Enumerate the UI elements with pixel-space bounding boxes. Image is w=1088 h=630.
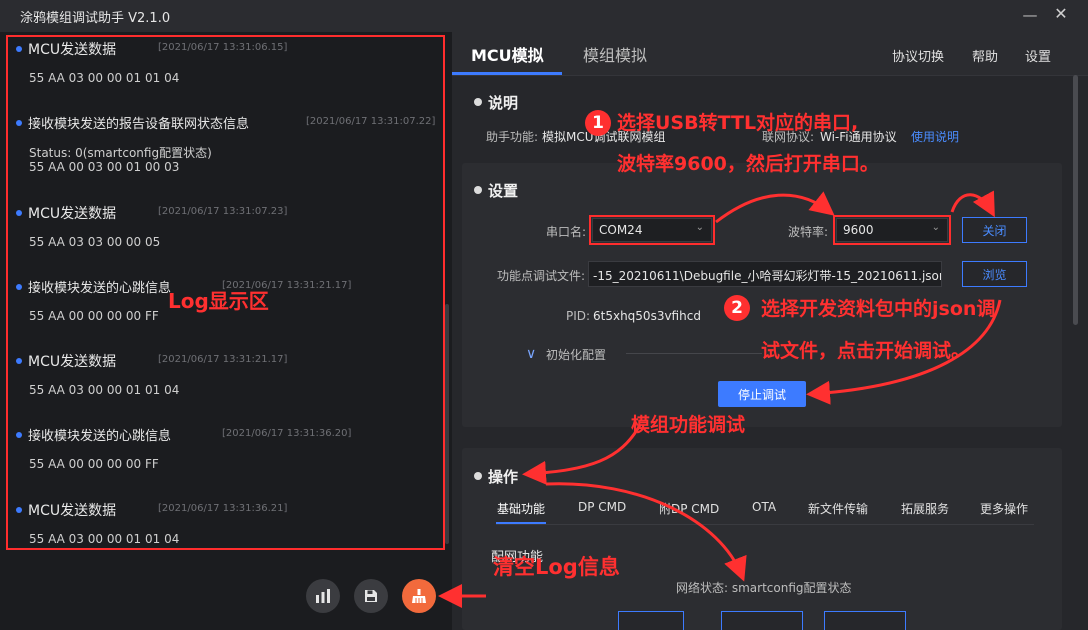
tab-mcu-simulation[interactable]: MCU模拟 <box>471 42 544 66</box>
debug-file-label: 功能点调试文件: <box>497 269 586 283</box>
bar-chart-icon <box>316 589 330 603</box>
log-entry-time: [2021/06/17 13:31:21.17] <box>158 354 288 365</box>
divider <box>626 353 762 354</box>
init-config-toggle[interactable]: 初始化配置 <box>546 346 606 363</box>
clear-log-button[interactable] <box>402 579 436 613</box>
stop-debug-button[interactable]: 停止调试 <box>718 381 806 407</box>
tab-file-transfer[interactable]: 新文件传输 <box>808 500 868 517</box>
close-window-button[interactable]: ✕ <box>1052 4 1070 24</box>
port-label: 串口名: <box>546 225 587 239</box>
baud-label: 波特率: <box>788 225 829 239</box>
browse-button[interactable]: 浏览 <box>962 261 1027 287</box>
log-entry-title: MCU发送数据 <box>28 206 117 222</box>
bullet-icon <box>16 284 22 290</box>
intro-title: 说明 <box>474 92 518 113</box>
log-entry-line: 55 AA 03 00 00 01 01 04 <box>29 383 180 397</box>
tab-dp-cmd[interactable]: DP CMD <box>578 500 626 514</box>
settings-title: 设置 <box>474 180 518 201</box>
op-tabs-divider <box>496 524 1034 525</box>
log-entry-time: [2021/06/17 13:31:36.20] <box>222 428 352 439</box>
debug-file-path[interactable]: -15_20210611\Debugfile_小哈哥幻彩灯带-15_202106… <box>588 261 942 287</box>
protocol-switch-menu[interactable]: 协议切换 <box>892 46 944 65</box>
log-entry-line: 55 AA 03 03 00 00 05 <box>29 235 161 249</box>
log-entry-line: Status: 0(smartconfig配置状态) <box>29 146 212 160</box>
broom-icon <box>412 589 426 603</box>
settings-title-text: 设置 <box>488 182 519 200</box>
intro-title-text: 说明 <box>488 94 519 112</box>
save-icon <box>365 590 377 602</box>
active-tab-indicator <box>452 72 562 75</box>
log-entry-line: 55 AA 00 03 00 01 00 03 <box>29 160 180 174</box>
log-scrollbar[interactable] <box>445 304 449 544</box>
operations-title-text: 操作 <box>488 468 519 486</box>
log-entry-time: [2021/06/17 13:31:07.22] <box>306 116 436 127</box>
pid-value: 6t5xhq50s3vfihcd <box>593 309 701 323</box>
settings-menu[interactable]: 设置 <box>1025 46 1051 65</box>
close-port-button[interactable]: 关闭 <box>962 217 1027 243</box>
chart-button[interactable] <box>306 579 340 613</box>
module-debug-annotation: 模组功能调试 <box>631 414 746 436</box>
log-entry-title: 接收模块发送的心跳信息 <box>28 281 172 296</box>
operations-title: 操作 <box>474 466 518 487</box>
log-entry-title: MCU发送数据 <box>28 42 117 58</box>
tab-more-operations[interactable]: 更多操作 <box>980 500 1028 517</box>
log-display-area[interactable]: MCU发送数据 [2021/06/17 13:31:06.15] 55 AA 0… <box>6 35 445 550</box>
double-chevron-down-icon[interactable]: ∨ <box>526 346 536 362</box>
baud-highlight-frame <box>833 215 951 245</box>
log-entry-line: 55 AA 03 00 00 01 01 04 <box>29 532 180 546</box>
bullet-icon <box>16 432 22 438</box>
network-status: 网络状态: smartconfig配置状态 <box>676 581 852 595</box>
bullet-icon <box>16 46 22 52</box>
tab-sub-dp-cmd[interactable]: 附DP CMD <box>659 500 719 517</box>
network-action-button[interactable] <box>721 611 803 630</box>
title-bar: 涂鸦模组调试助手 V2.1.0 — ✕ <box>0 0 1088 32</box>
log-panel: MCU发送数据 [2021/06/17 13:31:06.15] 55 AA 0… <box>0 32 452 630</box>
log-entry-line: 55 AA 00 00 00 00 FF <box>29 457 159 471</box>
help-menu[interactable]: 帮助 <box>972 46 998 65</box>
save-button[interactable] <box>354 579 388 613</box>
bullet-icon <box>16 120 22 126</box>
log-entry-title: 接收模块发送的报告设备联网状态信息 <box>28 117 250 132</box>
log-entry-time: [2021/06/17 13:31:06.15] <box>158 42 288 53</box>
log-entry-line: 55 AA 00 00 00 00 FF <box>29 309 159 323</box>
clear-log-annotation: 清空Log信息 <box>493 555 620 579</box>
step-2-annotation-line1: 选择开发资料包中的json调 <box>761 298 996 320</box>
right-scrollbar[interactable] <box>1073 75 1078 325</box>
log-entry-time: [2021/06/17 13:31:07.23] <box>158 206 288 217</box>
port-highlight-frame <box>589 215 715 245</box>
step-1-badge: 1 <box>585 110 611 136</box>
step-2-badge: 2 <box>724 295 750 321</box>
step-2-annotation-line2: 试文件，点击开始调试。 <box>761 340 971 362</box>
window-title: 涂鸦模组调试助手 V2.1.0 <box>20 10 171 26</box>
usage-link[interactable]: 使用说明 <box>911 128 959 145</box>
network-action-button[interactable] <box>618 611 684 630</box>
log-entry-title: MCU发送数据 <box>28 354 117 370</box>
log-entry-time: [2021/06/17 13:31:36.21] <box>158 503 288 514</box>
tab-basic-functions[interactable]: 基础功能 <box>497 500 545 517</box>
function-label: 助手功能: <box>486 130 539 144</box>
network-action-button[interactable] <box>824 611 906 630</box>
log-entry-line: 55 AA 03 00 00 01 01 04 <box>29 71 180 85</box>
log-entry-title: 接收模块发送的心跳信息 <box>28 429 172 444</box>
step-1-annotation-line2: 波特率9600，然后打开串口。 <box>617 153 879 175</box>
bullet-icon <box>16 507 22 513</box>
bullet-icon <box>16 358 22 364</box>
tab-ota[interactable]: OTA <box>752 500 776 514</box>
step-1-annotation-line1: 选择USB转TTL对应的串口, <box>617 112 859 134</box>
tab-extended-services[interactable]: 拓展服务 <box>901 500 949 517</box>
tab-bar: MCU模拟 模组模拟 协议切换 帮助 设置 <box>452 32 1088 76</box>
operations-section: 操作 基础功能 DP CMD 附DP CMD OTA 新文件传输 拓展服务 更多… <box>462 448 1062 630</box>
minimize-button[interactable]: — <box>1022 6 1038 24</box>
bullet-icon <box>16 210 22 216</box>
tab-module-simulation[interactable]: 模组模拟 <box>583 42 647 66</box>
log-entry-title: MCU发送数据 <box>28 503 117 519</box>
log-area-annotation: Log显示区 <box>168 289 269 313</box>
pid-label: PID: <box>566 309 591 323</box>
